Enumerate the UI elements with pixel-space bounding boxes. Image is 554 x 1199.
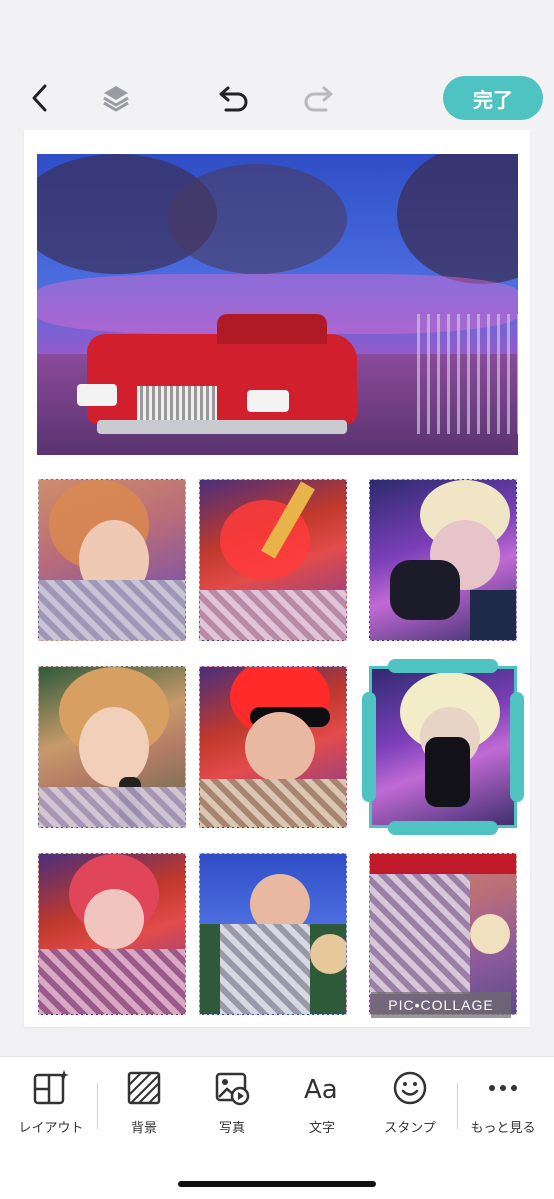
- chevron-left-icon: [32, 84, 47, 112]
- collage-photo-10[interactable]: [369, 853, 517, 1015]
- more-dots-icon: [489, 1085, 517, 1091]
- resize-handle-bottom[interactable]: [388, 821, 498, 835]
- redo-icon: [304, 86, 333, 112]
- tool-more-label: もっと見る: [470, 1121, 536, 1136]
- tool-text[interactable]: Aa 文字: [277, 1069, 367, 1149]
- layers-icon: [103, 86, 129, 112]
- collage-photo-7[interactable]: [369, 666, 517, 828]
- tool-text-label: 文字: [308, 1121, 335, 1136]
- editor-toolbar: 完了: [0, 70, 554, 126]
- collage-photo-9[interactable]: [199, 853, 347, 1015]
- bottom-toolbar: レイアウト 背景 写真 Aa 文字 スタンプ もっと見る: [0, 1056, 554, 1199]
- collage-canvas[interactable]: PIC•COLLAGE: [24, 130, 530, 1027]
- layers-button[interactable]: [96, 78, 136, 118]
- text-aa-icon: Aa: [304, 1075, 338, 1105]
- photo-icon: [215, 1072, 250, 1106]
- redo-button[interactable]: [298, 78, 338, 118]
- tool-more[interactable]: もっと見る: [458, 1069, 548, 1149]
- tool-background[interactable]: 背景: [99, 1069, 189, 1149]
- resize-handle-right[interactable]: [510, 692, 524, 802]
- toolbar-divider: [97, 1083, 98, 1129]
- collage-photo-1[interactable]: [37, 154, 518, 455]
- collage-photo-2[interactable]: [38, 479, 186, 641]
- collage-photo-6[interactable]: [199, 666, 347, 828]
- tool-sticker-label: スタンプ: [384, 1121, 436, 1136]
- collage-photo-4[interactable]: [369, 479, 517, 641]
- background-pattern-icon: [127, 1071, 161, 1105]
- tool-background-label: 背景: [130, 1121, 157, 1136]
- done-button[interactable]: 完了: [443, 76, 543, 120]
- undo-icon: [219, 86, 248, 112]
- svg-text:Aa: Aa: [304, 1075, 338, 1105]
- resize-handle-left[interactable]: [362, 692, 376, 802]
- collage-photo-3[interactable]: [199, 479, 347, 641]
- sticker-smiley-icon: [393, 1071, 427, 1105]
- layout-sparkle-icon: [33, 1070, 69, 1105]
- tool-photo[interactable]: 写真: [187, 1069, 277, 1149]
- tool-sticker[interactable]: スタンプ: [365, 1069, 455, 1149]
- tool-layout[interactable]: レイアウト: [6, 1069, 96, 1149]
- collage-photo-5[interactable]: [38, 666, 186, 828]
- home-indicator[interactable]: [178, 1181, 376, 1187]
- tool-layout-label: レイアウト: [18, 1121, 84, 1136]
- resize-handle-top[interactable]: [388, 659, 498, 673]
- tool-photo-label: 写真: [218, 1121, 245, 1136]
- undo-button[interactable]: [214, 78, 254, 118]
- collage-photo-8[interactable]: [38, 853, 186, 1015]
- pic-collage-watermark: PIC•COLLAGE: [371, 992, 511, 1018]
- back-button[interactable]: [20, 78, 60, 118]
